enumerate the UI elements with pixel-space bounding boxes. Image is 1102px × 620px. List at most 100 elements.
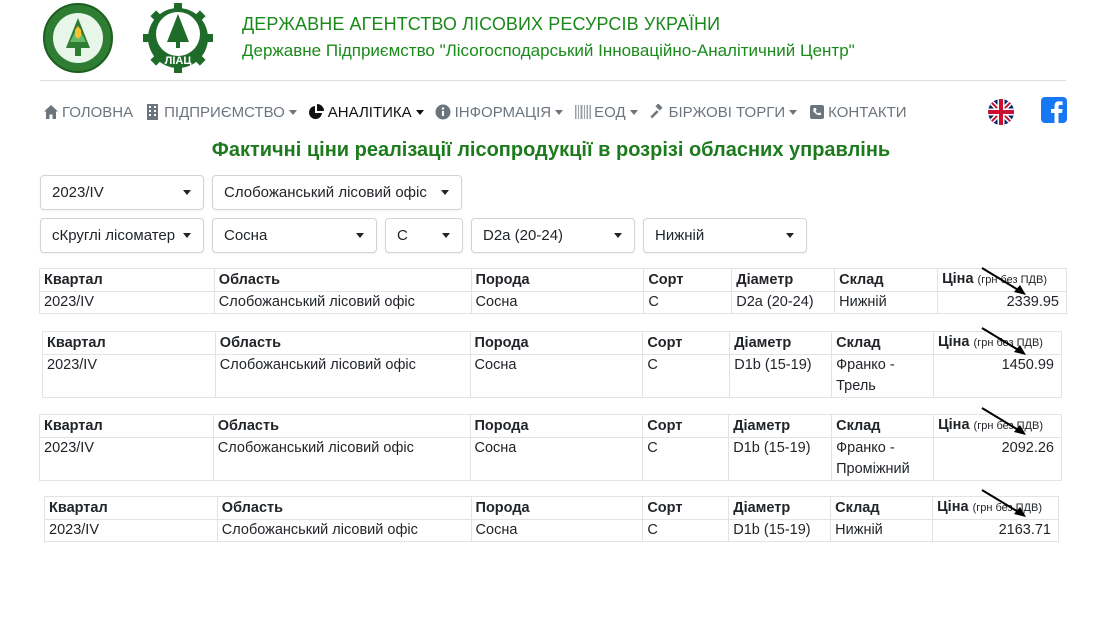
cell-quarter: 2023/IV bbox=[39, 437, 214, 481]
gavel-icon bbox=[649, 104, 666, 121]
grade-select[interactable]: С bbox=[385, 218, 463, 253]
warehouse-select[interactable]: Нижній bbox=[643, 218, 807, 253]
cell-quarter: 2023/IV bbox=[39, 291, 215, 314]
diameter-select-value: D2a (20-24) bbox=[483, 227, 564, 244]
nav-exchange[interactable]: БІРЖОВІ ТОРГИ bbox=[649, 104, 798, 121]
nav-home-label: ГОЛОВНА bbox=[62, 103, 134, 121]
col-quarter: Квартал bbox=[42, 331, 216, 355]
col-warehouse: Склад bbox=[831, 414, 935, 438]
col-region: Область bbox=[216, 496, 472, 520]
cell-grade: С bbox=[642, 519, 730, 542]
cell-diameter: D1b (15-19) bbox=[728, 437, 833, 481]
cell-warehouse: Нижній bbox=[830, 519, 934, 542]
nav-information[interactable]: ІНФОРМАЦІЯ bbox=[435, 104, 564, 121]
col-region: Область bbox=[214, 331, 471, 355]
col-price-label: Ціна bbox=[942, 271, 974, 287]
building-icon bbox=[144, 104, 161, 121]
col-price-note: (грн без ПДВ) bbox=[973, 337, 1043, 349]
table-row: 2023/IV Слобожанський лісовий офіс Сосна… bbox=[44, 519, 1059, 542]
org-subtitle: Державне Підприємство "Лісогосподарський… bbox=[242, 41, 855, 60]
info-icon bbox=[435, 104, 452, 121]
cell-quarter: 2023/IV bbox=[42, 354, 216, 398]
col-region: Область bbox=[213, 268, 472, 292]
col-quarter: Квартал bbox=[39, 268, 215, 292]
col-price: Ціна (грн без ПДВ) bbox=[933, 331, 1062, 355]
nav-contacts[interactable]: КОНТАКТИ bbox=[808, 103, 907, 121]
office-select-value: Слобожанський лісовий офіс bbox=[224, 184, 427, 201]
chevron-down-icon bbox=[415, 109, 424, 115]
price-table-2: Квартал Область Порода Сорт Діаметр Скла… bbox=[42, 331, 1062, 398]
logo-text: ЛІАЦ bbox=[165, 55, 192, 67]
quarter-select[interactable]: 2023/IV bbox=[40, 175, 204, 210]
office-select[interactable]: Слобожанський лісовий офіс bbox=[212, 175, 462, 210]
col-grade: Сорт bbox=[642, 331, 731, 355]
cell-species: Сосна bbox=[469, 437, 644, 481]
nav-enterprise[interactable]: ПІДПРИЄМСТВО bbox=[144, 104, 297, 121]
table-header-row: Квартал Область Порода Сорт Діаметр Скла… bbox=[44, 496, 1059, 520]
table-row: 2023/IV Слобожанський лісовий офіс Сосна… bbox=[42, 354, 1062, 398]
nav-eod[interactable]: ЕОД bbox=[574, 104, 638, 121]
home-icon bbox=[42, 104, 59, 121]
cell-region: Слобожанський лісовий офіс bbox=[214, 354, 471, 398]
nav-contacts-label: КОНТАКТИ bbox=[828, 103, 907, 121]
cell-price: 2163.71 bbox=[932, 519, 1059, 542]
cell-quarter: 2023/IV bbox=[44, 519, 218, 542]
phone-icon bbox=[808, 104, 825, 121]
cell-region: Слобожанський лісовий офіс bbox=[212, 437, 471, 481]
cell-price: 2092.26 bbox=[933, 437, 1062, 481]
liac-logo: ЛІАЦ bbox=[143, 3, 213, 73]
warehouse-select-value: Нижній bbox=[655, 227, 705, 244]
uk-flag-icon[interactable] bbox=[988, 99, 1014, 125]
nav-eod-label: ЕОД bbox=[594, 103, 626, 121]
quarter-select-value: 2023/IV bbox=[52, 184, 104, 201]
col-species: Порода bbox=[470, 496, 644, 520]
chevron-down-icon bbox=[441, 190, 449, 195]
cell-grade: С bbox=[642, 437, 730, 481]
col-price-note: (грн без ПДВ) bbox=[972, 502, 1042, 514]
col-grade: Сорт bbox=[642, 496, 730, 520]
chevron-down-icon bbox=[789, 109, 798, 115]
product-select[interactable]: сКруглі лісоматері bbox=[40, 218, 204, 253]
product-select-value: сКруглі лісоматері bbox=[52, 227, 175, 244]
nav-analytics-label: АНАЛІТИКА bbox=[327, 103, 412, 121]
chevron-down-icon bbox=[183, 190, 191, 195]
chevron-down-icon bbox=[555, 109, 564, 115]
col-price: Ціна (грн без ПДВ) bbox=[933, 414, 1062, 438]
cell-diameter: D1b (15-19) bbox=[729, 354, 833, 398]
col-price-label: Ціна bbox=[938, 417, 970, 433]
grade-select-value: С bbox=[397, 227, 408, 244]
species-select[interactable]: Сосна bbox=[212, 218, 377, 253]
col-diameter: Діаметр bbox=[729, 331, 833, 355]
col-warehouse: Склад bbox=[834, 268, 939, 292]
cell-warehouse: Франко - Трель bbox=[831, 354, 935, 398]
col-price-note: (грн без ПДВ) bbox=[973, 420, 1043, 432]
col-grade: Сорт bbox=[642, 414, 730, 438]
col-price-note: (грн без ПДВ) bbox=[977, 274, 1047, 286]
col-quarter: Квартал bbox=[44, 496, 218, 520]
cell-region: Слобожанський лісовий офіс bbox=[213, 291, 472, 314]
col-species: Порода bbox=[469, 331, 644, 355]
nav-analytics[interactable]: АНАЛІТИКА bbox=[308, 104, 424, 121]
main-nav: ГОЛОВНА ПІДПРИЄМСТВО АНАЛІТИКА ІНФОРМАЦІ… bbox=[42, 101, 918, 123]
diameter-select[interactable]: D2a (20-24) bbox=[471, 218, 635, 253]
chevron-down-icon bbox=[288, 109, 297, 115]
table-row: 2023/IV Слобожанський лісовий офіс Сосна… bbox=[39, 437, 1062, 481]
col-diameter: Діаметр bbox=[728, 414, 833, 438]
species-select-value: Сосна bbox=[224, 227, 268, 244]
forest-agency-logo bbox=[43, 3, 113, 73]
col-warehouse: Склад bbox=[830, 496, 934, 520]
nav-home[interactable]: ГОЛОВНА bbox=[42, 104, 133, 121]
col-price: Ціна (грн без ПДВ) bbox=[932, 496, 1059, 520]
cell-diameter: D2a (20-24) bbox=[731, 291, 836, 314]
price-table-4: Квартал Область Порода Сорт Діаметр Скла… bbox=[44, 496, 1059, 542]
page-title: Фактичні ціни реалізації лісопродукції в… bbox=[211, 139, 891, 161]
col-region: Область bbox=[212, 414, 471, 438]
table-row: 2023/IV Слобожанський лісовий офіс Сосна… bbox=[39, 291, 1067, 314]
chevron-down-icon bbox=[442, 233, 450, 238]
cell-warehouse: Нижній bbox=[834, 291, 939, 314]
barcode-icon bbox=[574, 104, 591, 121]
cell-species: Сосна bbox=[470, 291, 645, 314]
cell-warehouse: Франко - Проміжний bbox=[831, 437, 935, 481]
facebook-icon[interactable] bbox=[1041, 97, 1067, 123]
col-diameter: Діаметр bbox=[731, 268, 836, 292]
